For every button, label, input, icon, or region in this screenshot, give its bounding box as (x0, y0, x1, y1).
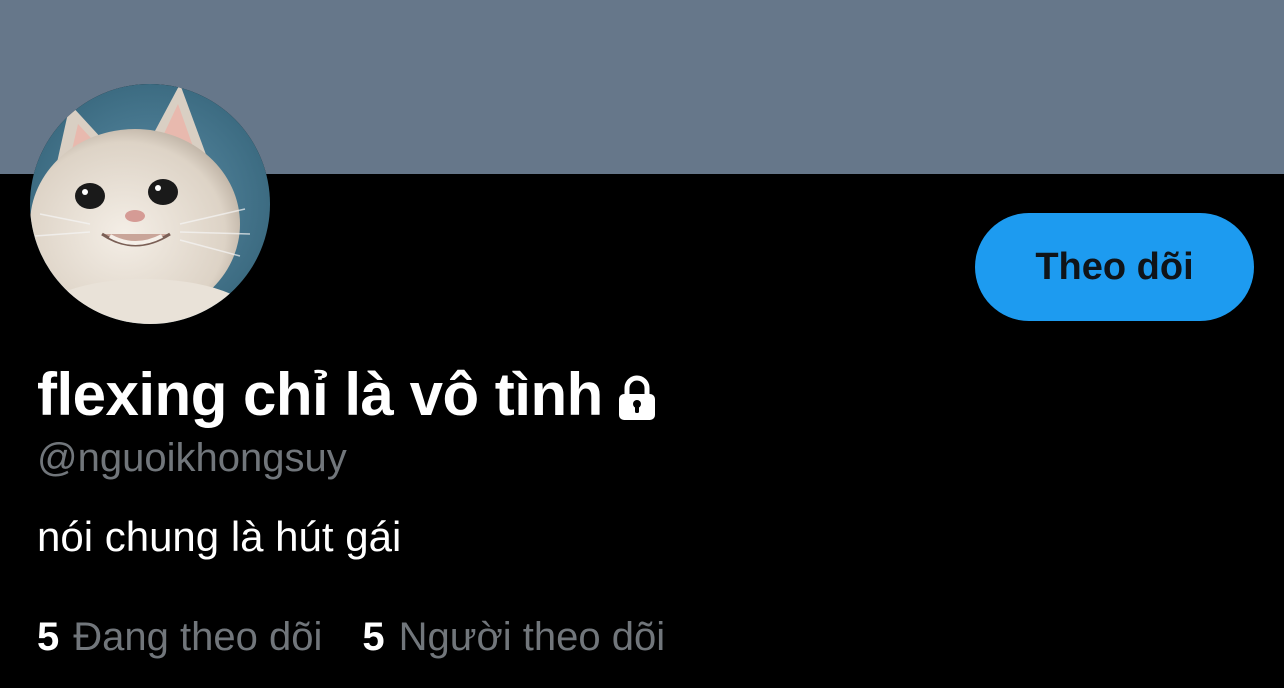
followers-count: 5 (362, 615, 385, 659)
display-name: flexing chỉ là vô tình (37, 361, 603, 428)
followers-label: Người theo dõi (398, 615, 666, 659)
following-label: Đang theo dõi (73, 615, 323, 659)
profile-stats: 5 Đang theo dõi 5 Người theo dõi (37, 612, 705, 662)
following-count: 5 (37, 615, 60, 659)
lock-icon (618, 375, 655, 420)
profile-name-row: flexing chỉ là vô tình (37, 360, 661, 430)
followers-stat-link[interactable]: 5 Người theo dõi (362, 612, 665, 662)
profile-handle: @nguoikhongsuy (37, 436, 347, 480)
following-stat-link[interactable]: 5 Đang theo dõi (37, 612, 322, 662)
profile-bio: nói chung là hút gái (37, 513, 402, 560)
profile-avatar[interactable] (30, 84, 270, 324)
avatar-cat-image (30, 84, 270, 324)
follow-button[interactable]: Theo dõi (975, 213, 1254, 321)
